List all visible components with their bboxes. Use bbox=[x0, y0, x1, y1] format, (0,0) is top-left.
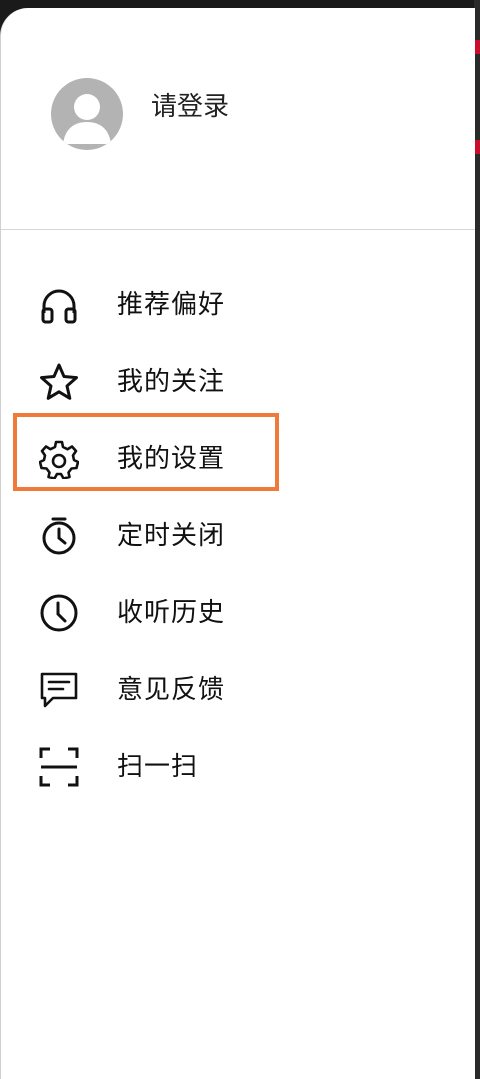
login-prompt[interactable]: 请登录 bbox=[151, 90, 229, 124]
screen: 请登录 推荐偏好 我的关注 我的设置 定时关闭 收听历史 意见反馈 扫一扫 bbox=[0, 0, 480, 1079]
stopwatch-icon bbox=[39, 516, 79, 556]
menu-item-label: 定时关闭 bbox=[117, 520, 226, 551]
menu-item-label: 我的关注 bbox=[117, 366, 226, 397]
menu-item-sleep-timer[interactable]: 定时关闭 bbox=[1, 497, 475, 574]
menu-item-settings[interactable]: 我的设置 bbox=[1, 420, 475, 497]
gear-icon bbox=[39, 439, 79, 479]
drawer-menu: 推荐偏好 我的关注 我的设置 定时关闭 收听历史 意见反馈 扫一扫 bbox=[1, 266, 475, 805]
menu-item-scan[interactable]: 扫一扫 bbox=[1, 728, 475, 805]
menu-item-feedback[interactable]: 意见反馈 bbox=[1, 651, 475, 728]
menu-item-following[interactable]: 我的关注 bbox=[1, 343, 475, 420]
navigation-drawer: 请登录 推荐偏好 我的关注 我的设置 定时关闭 收听历史 意见反馈 扫一扫 bbox=[0, 8, 475, 1079]
menu-item-history[interactable]: 收听历史 bbox=[1, 574, 475, 651]
menu-item-label: 推荐偏好 bbox=[117, 289, 226, 320]
menu-item-preferences[interactable]: 推荐偏好 bbox=[1, 266, 475, 343]
scan-icon bbox=[39, 747, 79, 787]
menu-item-label: 我的设置 bbox=[117, 443, 226, 474]
chat-bubble-icon bbox=[39, 670, 79, 710]
star-icon bbox=[39, 362, 79, 402]
profile-header[interactable]: 请登录 bbox=[1, 8, 475, 230]
clock-icon bbox=[39, 593, 79, 633]
divider bbox=[1, 229, 475, 230]
menu-item-label: 意见反馈 bbox=[117, 674, 226, 705]
menu-item-label: 收听历史 bbox=[117, 597, 226, 628]
headphones-icon bbox=[39, 285, 79, 325]
default-user-avatar-icon[interactable] bbox=[51, 78, 123, 150]
menu-item-label: 扫一扫 bbox=[117, 751, 199, 782]
